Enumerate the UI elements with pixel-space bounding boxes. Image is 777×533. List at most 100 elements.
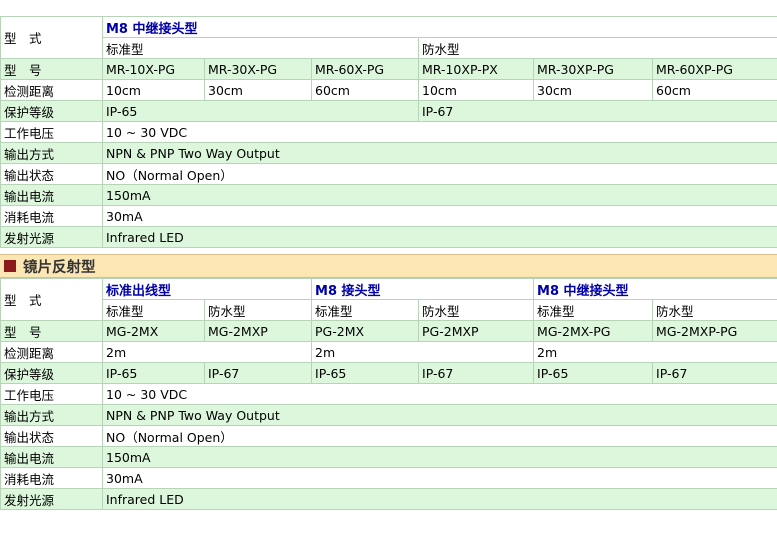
table-cell: MR-60X-PG (311, 58, 419, 80)
table-cell: 防水型 (652, 299, 777, 321)
table-row: 发射光源 Infrared LED (0, 488, 777, 510)
table-cell: IP-67 (418, 362, 535, 384)
table-row: 标准型 防水型 标准型 防水型 标准型 防水型 (1, 299, 777, 321)
spec-table-mirror: 型 式 标准出线型 M8 接头型 M8 中继接头型 标准型 防水型 标准型 防水… (0, 278, 777, 510)
table-row: 保护等级 IP-65 IP-67 IP-65 IP-67 IP-65 IP-67 (0, 362, 777, 384)
row-label-consumption: 消耗电流 (0, 205, 103, 227)
row-label-state: 输出状态 (0, 163, 103, 185)
table-cell: MR-60XP-PG (651, 58, 777, 80)
column-header-m8-relay: M8 中继接头型 (533, 278, 777, 300)
table-cell: MR-30XP-PG (533, 58, 653, 80)
table-cell: 10cm (102, 79, 205, 101)
table-cell: MR-10XP-PX (418, 58, 534, 80)
table-row: 输出状态 NO（Normal Open） (0, 425, 777, 447)
table-cell: 防水型 (418, 299, 535, 321)
table-cell: Infrared LED (101, 488, 777, 510)
table-cell: IP-67 (652, 362, 777, 384)
row-label-state: 输出状态 (0, 425, 103, 447)
table-cell: IP-67 (417, 100, 777, 122)
table-cell: 防水型 (203, 299, 313, 321)
table-row: 标准型 防水型 (1, 37, 777, 59)
table-cell: PG-2MXP (418, 320, 535, 342)
table-cell: MG-2MXP (203, 320, 313, 342)
table-row: 输出方式 NPN & PNP Two Way Output (0, 142, 777, 164)
row-label-distance: 检测距离 (0, 341, 103, 363)
table-row: 输出方式 NPN & PNP Two Way Output (0, 404, 777, 426)
table-row: 消耗电流 30mA (0, 467, 777, 489)
section-header-mirror-reflective: 镜片反射型 (0, 254, 777, 278)
top-spacer (0, 0, 777, 16)
column-header-m8-connector: M8 接头型 (311, 278, 535, 300)
table-cell: 2m (101, 341, 313, 363)
table-row: 消耗电流 30mA (0, 205, 777, 227)
row-label-voltage: 工作电压 (0, 383, 103, 405)
table-cell: 2m (533, 341, 777, 363)
row-label-current: 输出电流 (0, 446, 103, 468)
row-label-voltage: 工作电压 (0, 121, 103, 143)
table-cell: IP-65 (311, 362, 420, 384)
table-row: 保护等级 IP-65 IP-67 (0, 100, 777, 122)
table-cell: MR-10X-PG (102, 58, 205, 80)
table-row: 型 号 MG-2MX MG-2MXP PG-2MX PG-2MXP MG-2MX… (0, 320, 777, 342)
row-label-model: 型 号 (0, 58, 103, 80)
row-label-distance: 检测距离 (0, 79, 103, 101)
table-row: 型 式 M8 中继接头型 (0, 16, 777, 59)
table-cell: IP-65 (102, 362, 205, 384)
table-cell: MG-2MX (102, 320, 205, 342)
row-label-model: 型 号 (0, 320, 103, 342)
table-cell: 150mA (101, 446, 777, 468)
table-row: 发射光源 Infrared LED (0, 226, 777, 248)
table-row: 检测距离 10cm 30cm 60cm 10cm 30cm 60cm (0, 79, 777, 101)
table-cell: 标准型 (533, 299, 654, 321)
table-cell: 30mA (101, 467, 777, 489)
row-label-type: 型 式 (0, 278, 103, 321)
row-label-current: 输出电流 (0, 184, 103, 206)
group-standard: 标准型 (102, 37, 419, 59)
group-waterproof: 防水型 (417, 37, 777, 59)
table-cell: IP-67 (203, 362, 313, 384)
table-cell: 10cm (418, 79, 534, 101)
table-cell: 10 ~ 30 VDC (101, 121, 777, 143)
row-label-output: 输出方式 (0, 404, 103, 426)
table-cell: MG-2MX-PG (533, 320, 654, 342)
column-header-standard-cable: 标准出线型 (101, 278, 313, 300)
row-label-consumption: 消耗电流 (0, 467, 103, 489)
table-cell: 60cm (651, 79, 777, 101)
column-header-relay: M8 中继接头型 (101, 16, 777, 38)
section-title: 镜片反射型 (23, 259, 96, 276)
table-cell: IP-65 (533, 362, 654, 384)
table-cell: NO（Normal Open） (101, 163, 777, 185)
table-cell: MG-2MXP-PG (652, 320, 777, 342)
table-row: 型 式 标准出线型 M8 接头型 M8 中继接头型 (0, 278, 777, 321)
row-label-source: 发射光源 (0, 226, 103, 248)
table-cell: 30cm (533, 79, 653, 101)
table-cell: NO（Normal Open） (101, 425, 777, 447)
table-cell: 30mA (101, 205, 777, 227)
table-cell: NPN & PNP Two Way Output (101, 404, 777, 426)
table-row: 输出状态 NO（Normal Open） (0, 163, 777, 185)
table-row: 工作电压 10 ~ 30 VDC (0, 121, 777, 143)
row-label-protection: 保护等级 (0, 100, 103, 122)
table-cell: PG-2MX (311, 320, 420, 342)
spec-table-relay: 型 式 M8 中继接头型 标准型 防水型 型 号 MR-10X-PG MR-30… (0, 16, 777, 248)
table-row: 工作电压 10 ~ 30 VDC (0, 383, 777, 405)
table-cell: MR-30X-PG (204, 58, 312, 80)
table-cell: 2m (311, 341, 535, 363)
table-cell: 150mA (101, 184, 777, 206)
square-bullet-icon (4, 260, 16, 272)
table-cell: IP-65 (102, 100, 419, 122)
table-cell: 10 ~ 30 VDC (101, 383, 777, 405)
row-label-source: 发射光源 (0, 488, 103, 510)
row-label-output: 输出方式 (0, 142, 103, 164)
row-label-protection: 保护等级 (0, 362, 103, 384)
table-row: 检测距离 2m 2m 2m (0, 341, 777, 363)
table-cell: Infrared LED (101, 226, 777, 248)
table-row: 输出电流 150mA (0, 184, 777, 206)
table-cell: 标准型 (311, 299, 420, 321)
table-cell: 60cm (311, 79, 419, 101)
row-label-type: 型 式 (0, 16, 103, 59)
table-row: 输出电流 150mA (0, 446, 777, 468)
table-cell: 30cm (204, 79, 312, 101)
table-cell: 标准型 (102, 299, 205, 321)
table-row: 型 号 MR-10X-PG MR-30X-PG MR-60X-PG MR-10X… (0, 58, 777, 80)
